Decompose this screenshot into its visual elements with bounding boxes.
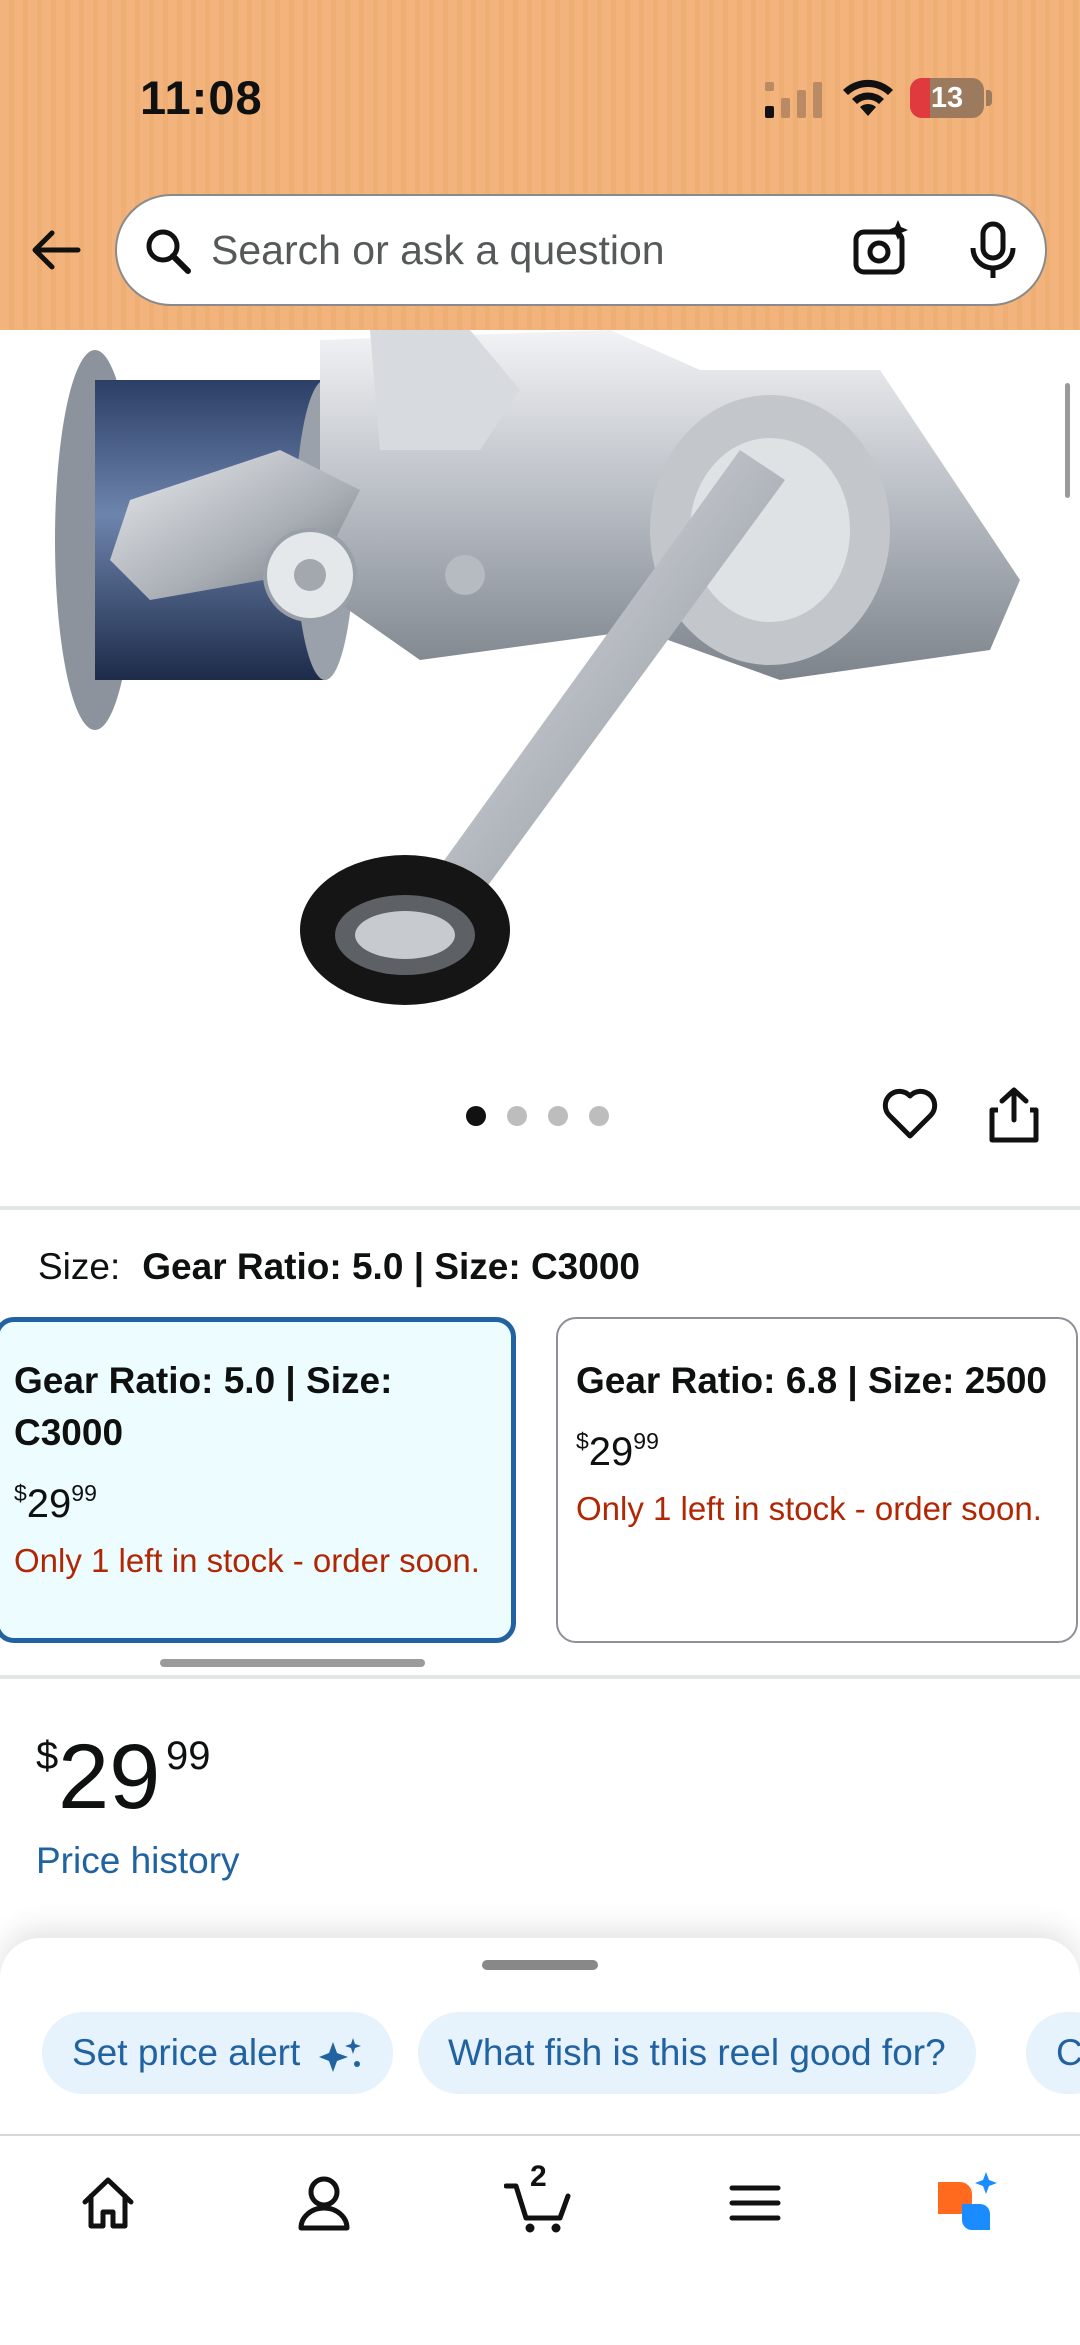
price-currency: $	[36, 1734, 59, 1778]
cellular-signal-icon	[765, 82, 822, 118]
variant-price: $2999	[14, 1480, 97, 1526]
account-icon[interactable]	[289, 2168, 359, 2238]
section-divider	[0, 1675, 1080, 1679]
variant-stock-status: Only 1 left in stock - order soon.	[14, 1542, 480, 1579]
sheet-drag-handle[interactable]	[482, 1960, 598, 1970]
suggestions-sheet: Set price alert What fish is this reel g…	[0, 1938, 1080, 2134]
variant-carousel-scrollbar[interactable]	[160, 1659, 425, 1667]
share-icon[interactable]	[988, 1086, 1040, 1144]
product-image[interactable]	[0, 330, 1080, 1080]
battery-level: 13	[930, 82, 964, 114]
search-icon	[146, 229, 191, 274]
price-history-link[interactable]: Price history	[36, 1840, 240, 1882]
page-scroll-indicator	[1065, 383, 1070, 498]
pagination-dot[interactable]	[589, 1106, 609, 1126]
fishing-reel-image	[55, 330, 1020, 1005]
size-selector-header: Size: Gear Ratio: 5.0 | Size: C3000	[38, 1246, 640, 1288]
set-price-alert-chip[interactable]: Set price alert	[42, 2012, 393, 2094]
variant-title: Gear Ratio: 5.0 | Size: C3000	[14, 1360, 393, 1453]
home-icon[interactable]	[73, 2168, 143, 2238]
search-input[interactable]	[211, 220, 811, 280]
variant-price: $2999	[576, 1428, 659, 1474]
suggestion-chip[interactable]: What fish is this reel good for?	[418, 2012, 976, 2094]
price-whole: 29	[58, 1726, 161, 1828]
bottom-navigation: 2	[0, 2134, 1080, 2345]
app-header: 11:08 13	[0, 0, 1080, 330]
search-bar[interactable]	[115, 194, 1047, 306]
pagination-dot[interactable]	[507, 1106, 527, 1126]
status-time: 11:08	[140, 71, 263, 124]
battery-nub	[986, 90, 992, 106]
size-label: Size:	[38, 1246, 121, 1287]
sparkle-icon	[318, 2038, 361, 2073]
section-divider	[0, 1206, 1080, 1210]
chip-label: Set price alert	[72, 2032, 301, 2073]
price-fraction: 99	[166, 1734, 211, 1778]
selected-size-value: Gear Ratio: 5.0 | Size: C3000	[142, 1246, 640, 1287]
pagination-dot-active[interactable]	[466, 1106, 486, 1126]
cart-button[interactable]: 2	[503, 2160, 574, 2238]
chip-label: What fish is this reel good for?	[448, 2032, 946, 2073]
rufus-assistant-icon[interactable]	[932, 2168, 1002, 2238]
wifi-icon	[843, 79, 893, 116]
variant-stock-status: Only 1 left in stock - order soon.	[576, 1490, 1042, 1527]
heart-icon[interactable]	[882, 1086, 938, 1142]
pagination-dot[interactable]	[548, 1106, 568, 1126]
size-option-selected[interactable]: Gear Ratio: 5.0 | Size: C3000 $2999 Only…	[0, 1317, 516, 1643]
back-arrow-icon[interactable]	[28, 222, 84, 278]
battery-icon: 13	[910, 78, 984, 118]
cart-count: 2	[530, 2160, 547, 2193]
size-option[interactable]: Gear Ratio: 6.8 | Size: 2500 $2999 Only …	[556, 1317, 1078, 1643]
variant-title: Gear Ratio: 6.8 | Size: 2500	[576, 1360, 1048, 1401]
menu-icon[interactable]	[720, 2168, 790, 2238]
chip-label: C	[1056, 2032, 1080, 2073]
suggestion-chip-partial[interactable]: C	[1026, 2012, 1080, 2094]
camera-search-icon[interactable]	[852, 218, 914, 280]
microphone-icon[interactable]	[965, 220, 1021, 282]
